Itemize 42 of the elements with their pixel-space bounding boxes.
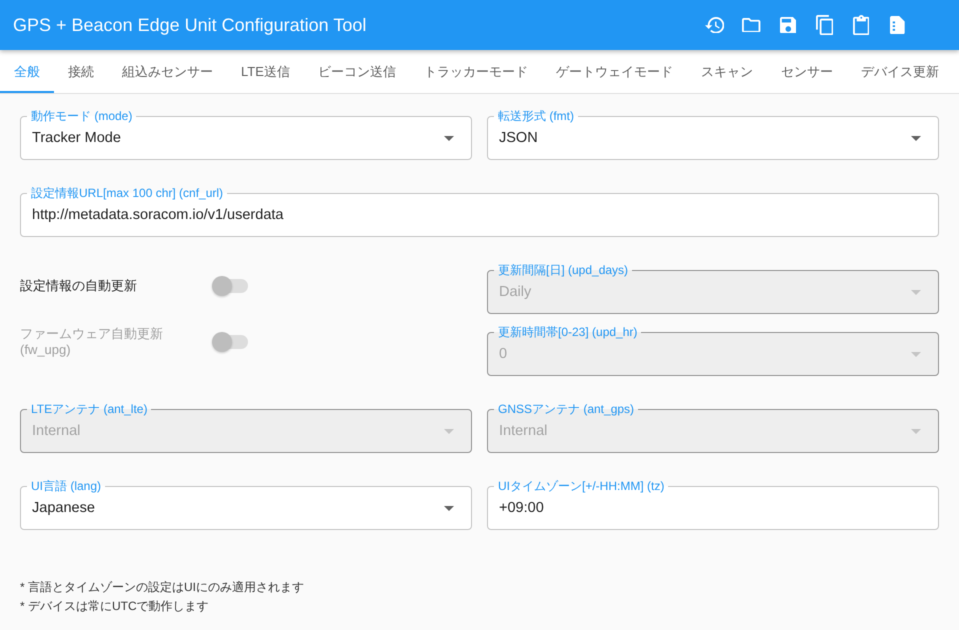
caret-icon: [911, 352, 921, 356]
toggle-switch[interactable]: [212, 276, 248, 296]
clipboard-icon[interactable]: [852, 14, 870, 36]
tab[interactable]: LTE送信: [227, 50, 304, 93]
dropdown-field[interactable]: 転送形式 (fmt) JSON: [487, 109, 939, 160]
field-label: 更新時間帯[0-23] (upd_hr): [497, 325, 638, 339]
field-label: 設定情報URL[max 100 chr] (cnf_url): [30, 186, 224, 200]
tab[interactable]: ビーコン送信: [304, 50, 410, 93]
history-icon[interactable]: [705, 16, 724, 34]
field-label: GNSSアンテナ (ant_gps): [497, 402, 636, 416]
app-title: GPS + Beacon Edge Unit Configuration Tool: [13, 14, 366, 36]
document-icon[interactable]: [890, 16, 906, 34]
caret-icon: [444, 506, 454, 510]
tab[interactable]: 接続: [54, 50, 108, 93]
caret-icon: [911, 290, 921, 294]
field-label: 転送形式 (fmt): [497, 109, 575, 123]
field-label: 更新間隔[日] (upd_days): [497, 263, 630, 277]
caret-icon: [444, 136, 454, 140]
dropdown-field[interactable]: 動作モード (mode) Tracker Mode: [20, 109, 472, 160]
tab[interactable]: 組込みセンサー: [108, 50, 227, 93]
toggle-label: ファームウェア自動更新 (fw_upg): [20, 326, 164, 358]
field-label: LTEアンテナ (ant_lte): [30, 402, 148, 416]
text-field[interactable]: 設定情報URL[max 100 chr] (cnf_url) http://metadata.soracom.io/v1/userdata: [20, 186, 939, 237]
caret-icon: [911, 136, 921, 140]
field-label: 動作モード (mode): [30, 109, 134, 123]
field-label: UI言語 (lang): [30, 479, 102, 493]
field-label: UIタイムゾーン[+/-HH:MM] (tz): [497, 479, 666, 493]
text-field[interactable]: UIタイムゾーン[+/-HH:MM] (tz) +09:00: [487, 479, 939, 530]
caret-icon: [911, 428, 921, 434]
save-icon[interactable]: [780, 16, 796, 34]
tab[interactable]: ゲートウェイモード: [542, 50, 687, 93]
dropdown-field[interactable]: UI言語 (lang) Japanese: [20, 479, 472, 530]
tab[interactable]: デバイス更新: [846, 50, 953, 93]
copy-icon[interactable]: [816, 14, 834, 36]
toggle-label: 設定情報の自動更新: [20, 278, 137, 294]
footnote: * 言語とタイムゾーンの設定はUIにのみ適用されます: [20, 579, 306, 596]
folder-icon[interactable]: [742, 18, 761, 32]
tab[interactable]: トラッカーモード: [410, 50, 542, 93]
footnote: * デバイスは常にUTCで動作します: [20, 598, 210, 615]
tab[interactable]: センサー: [766, 50, 847, 93]
tab[interactable]: スキャン: [686, 50, 767, 93]
caret-icon: [444, 428, 454, 434]
